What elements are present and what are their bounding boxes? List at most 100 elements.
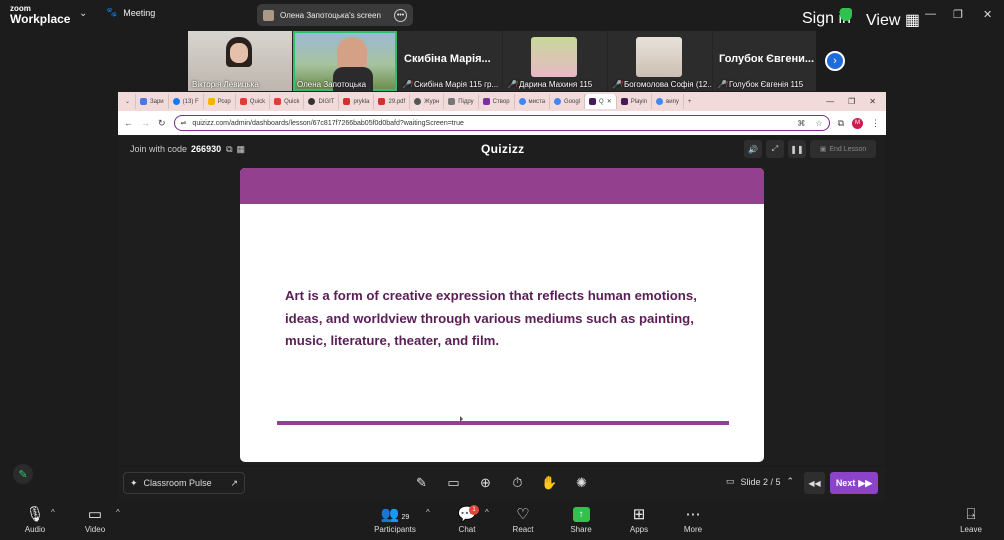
mouse-cursor-icon [460,416,463,422]
slide-selector[interactable]: ▭ Slide 2 / 5 ⌃ [726,476,794,487]
more-options-icon[interactable]: ••• [394,8,407,22]
view-button[interactable]: View ▦ [866,10,920,30]
close-icon[interactable]: ✕ [869,97,876,106]
audio-options-caret-icon[interactable]: ^ [51,508,55,517]
zoom-logo: zoom Workplace [10,5,71,26]
encryption-shield-icon[interactable] [840,8,852,21]
restore-icon[interactable]: ❐ [953,8,963,21]
forward-icon[interactable]: → [141,118,150,128]
chat-options-caret-icon[interactable]: ^ [485,508,489,517]
next-participants-button[interactable]: › [825,51,845,71]
spinner-wheel-icon[interactable]: ✺ [572,473,591,492]
new-tab-icon[interactable]: + [684,94,696,109]
browser-tab[interactable]: (13) F [169,94,204,109]
browser-address-bar: ← → ↻ ⇌ quizizz.com/admin/dashboards/les… [118,111,886,135]
participant-tile-active-speaker[interactable]: Олена Запотоцька [293,31,397,91]
video-options-caret-icon[interactable]: ^ [116,508,120,517]
participant-tile[interactable]: 🎤̸ Богомолова Софія (12... [608,31,712,91]
browser-tab[interactable]: Створ [479,94,515,109]
chevron-down-icon[interactable]: ⌄ [79,8,87,19]
video-button[interactable]: ▭ Video [82,504,108,534]
pen-tool-icon[interactable]: ✎ [412,473,431,492]
whiteboard-icon[interactable]: ▭ [444,473,463,492]
leave-button[interactable]: ⍈ Leave [959,504,983,534]
minimize-icon[interactable]: — [826,97,834,106]
add-icon[interactable]: ⊕ [476,473,495,492]
more-label: More [683,525,703,534]
chevron-right-icon: › [833,55,837,67]
annotate-pen-icon[interactable]: ✎ [13,464,33,484]
browser-tab[interactable]: prykla [339,94,375,109]
chat-unread-badge: 1 [469,505,479,515]
hand-raise-icon[interactable]: ✋ [540,473,559,492]
browser-tab[interactable]: 29.pdf [374,94,411,109]
browser-menu-icon[interactable]: ⋮ [871,118,880,129]
participant-name: Дарина Махиня 115 [518,80,593,89]
mic-off-icon: 🎤̸ [402,80,412,89]
participants-button[interactable]: 👥 29 Participants [372,504,418,534]
reload-icon[interactable]: ↻ [158,118,166,129]
browser-tab[interactable]: Журн [410,94,445,109]
audio-button[interactable]: 🎙 Audio [22,504,48,534]
microphone-icon: 🎙 [25,506,45,523]
bookmark-star-icon[interactable]: ☆ [815,119,822,128]
participants-label: Participants [374,525,416,534]
sparkle-icon: ✦ [130,477,138,488]
browser-tab[interactable]: Googl [550,94,586,109]
next-label: Next [835,478,856,488]
close-icon[interactable]: ✕ [983,8,992,21]
participant-tile[interactable]: Скибіна Марія... 🎤̸ Скибіна Марія 115 гр.… [398,31,502,91]
participant-tile[interactable]: Вікторія Левицька [188,31,292,91]
url-input[interactable]: ⇌ quizizz.com/admin/dashboards/lesson/67… [173,115,830,131]
lesson-toolbar: ✦ Classroom Pulse ↗ ✎ ▭ ⊕ ⏱ ✋ ✺ ▭ Slide … [118,467,886,500]
timer-icon[interactable]: ⏱ [508,473,527,492]
browser-tab[interactable]: Підру [444,94,479,109]
previous-slide-button[interactable]: ◀◀ [804,472,825,494]
share-screen-button[interactable]: ↑ Share [569,504,593,534]
pause-icon[interactable]: ❚❚ [788,140,806,158]
tab-favicon [414,98,422,105]
restore-icon[interactable]: ❐ [848,97,855,106]
browser-tab[interactable]: DIGIT [304,94,340,109]
profile-avatar[interactable]: M [852,117,863,129]
back-icon[interactable]: ← [124,118,133,128]
end-lesson-button[interactable]: ▣ End Lesson [810,140,876,158]
browser-tab[interactable]: Quick [236,94,271,109]
browser-tab[interactable]: миста [515,94,551,109]
tab-label: Q [599,98,604,105]
participant-tile[interactable]: 🎤̸ Дарина Махиня 115 [503,31,607,91]
share-label: Share [570,525,592,534]
next-slide-button[interactable]: Next ▶▶ [830,472,878,494]
site-info-icon[interactable]: ⇌ [181,119,187,127]
tab-favicon [239,98,247,105]
browser-tab[interactable]: Зари [136,94,169,109]
volume-icon[interactable]: 🔊 [744,140,762,158]
tab-list-icon[interactable]: ⌄ [122,94,136,109]
minimize-icon[interactable]: — [925,8,936,20]
more-button[interactable]: ⋯ More [681,504,705,534]
react-button[interactable]: ♡ React [511,504,535,534]
apps-button[interactable]: ⊞ Apps [628,504,650,534]
heart-icon: ♡ [516,506,530,523]
browser-tab-active[interactable]: Q ✕ [585,94,617,109]
video-label: Video [84,525,106,534]
browser-tab[interactable]: випу [652,94,684,109]
browser-tab[interactable]: Playin [617,94,653,109]
classroom-pulse-button[interactable]: ✦ Classroom Pulse ↗ [123,472,245,494]
participants-options-caret-icon[interactable]: ^ [426,508,430,517]
mic-off-icon: 🎤̸ [507,80,517,89]
zoom-logo-product: Workplace [10,12,71,26]
participant-tile[interactable]: Голубок Євгени... 🎤̸ Голубок Євгенія 115 [713,31,816,91]
fullscreen-icon[interactable]: ⤢ [766,140,784,158]
participant-face [337,37,367,71]
translate-icon[interactable]: ⌘ [797,119,805,128]
extensions-icon[interactable]: ⧉ [838,118,844,129]
copy-icon[interactable]: ⧉ [226,144,232,155]
meeting-info-button[interactable]: 🐾 Meeting [106,7,155,18]
screen-share-pill[interactable]: Олена Запотоцька's screen ••• [257,4,413,26]
qr-code-icon[interactable]: ▦ [237,144,246,155]
browser-tab[interactable]: Розр [204,94,236,109]
tab-favicon [589,98,597,105]
browser-tab[interactable]: Quick [270,94,305,109]
mic-off-icon: 🎤̸ [717,80,727,89]
